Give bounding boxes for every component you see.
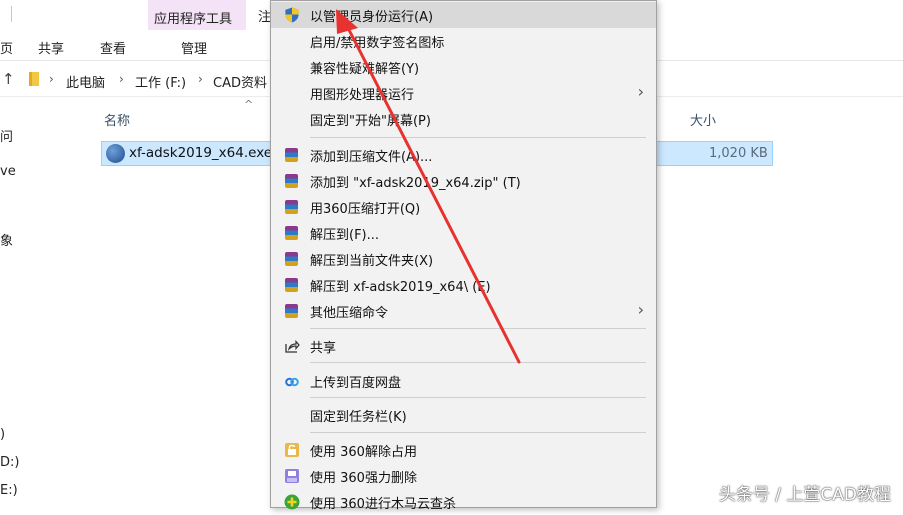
annotation-arrow-icon — [336, 9, 521, 364]
watermark-text: 头条号 / 上萱CAD教程 — [718, 485, 891, 505]
